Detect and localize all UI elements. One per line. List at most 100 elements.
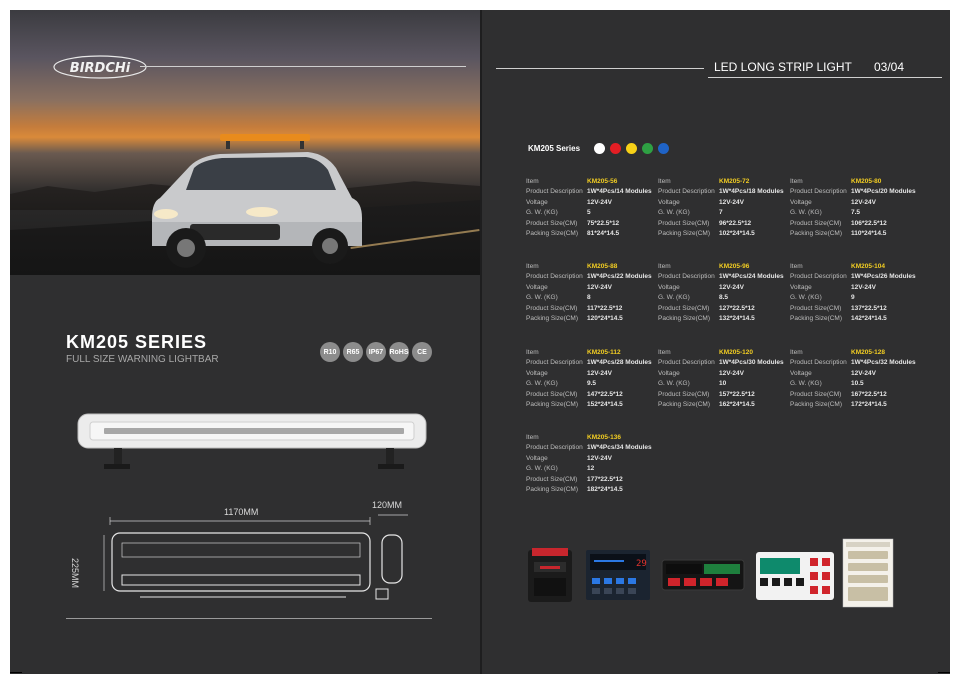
spec-value-voltage: 12V-24V (851, 369, 876, 377)
accessory-control-panel (661, 559, 745, 591)
spec-row-packing: Packing Size(CM) 120*24*14.5 (526, 314, 658, 324)
spec-value-voltage: 12V-24V (719, 369, 744, 377)
spec-label-item: Item (526, 434, 539, 441)
spec-label-packing: Packing Size(CM) (790, 401, 843, 409)
spec-label-weight: G. W. (KG) (526, 294, 558, 302)
spec-row-item: Item KM205-56 (526, 177, 658, 187)
spec-label-packing: Packing Size(CM) (526, 230, 579, 238)
spec-row-description: Product Description 1W*4Pcs/18 Modules (658, 187, 790, 197)
spec-block: Item KM205-80 Product Description 1W*4Pcs/2… (790, 177, 922, 239)
spec-label-packing: Packing Size(CM) (790, 230, 843, 238)
spec-label-voltage: Voltage (526, 283, 548, 291)
spec-row-weight: G. W. (KG) 7.5 (790, 208, 922, 218)
cert-badge-r65: R65 (343, 342, 363, 362)
spec-value-voltage: 12V-24V (719, 198, 744, 206)
spec-label-weight: G. W. (KG) (526, 209, 558, 217)
spec-label-weight: G. W. (KG) (526, 380, 558, 388)
spec-label-weight: G. W. (KG) (658, 380, 690, 388)
spec-label-description: Product Description (526, 188, 583, 196)
spec-label-description: Product Description (526, 444, 583, 452)
spec-value-weight: 12 (587, 465, 595, 473)
spec-label-packing: Packing Size(CM) (526, 401, 579, 409)
spec-row-size: Product Size(CM) 106*22.5*12 (790, 219, 922, 229)
cert-badge-ce: CE (412, 342, 432, 362)
spec-label-weight: G. W. (KG) (790, 209, 822, 217)
spec-label-size: Product Size(CM) (658, 304, 710, 312)
spec-label-weight: G. W. (KG) (790, 380, 822, 388)
spec-label-packing: Packing Size(CM) (658, 230, 711, 238)
color-option-yellow (626, 143, 637, 154)
accessory-switch-box (756, 552, 834, 600)
spec-row-item: Item KM205-80 (790, 177, 922, 187)
spec-row-item: Item KM205-136 (526, 433, 658, 443)
spec-label-description: Product Description (526, 273, 583, 281)
spec-value-item: KM205-88 (587, 263, 618, 270)
spec-label-size: Product Size(CM) (526, 390, 578, 398)
spec-row-description: Product Description 1W*4Pcs/22 Modules (526, 272, 658, 282)
color-option-green (642, 143, 653, 154)
spec-row-size: Product Size(CM) 127*22.5*12 (658, 304, 790, 314)
spec-row-size: Product Size(CM) 137*22.5*12 (790, 304, 922, 314)
spec-row-description: Product Description 1W*4Pcs/30 Modules (658, 358, 790, 368)
spec-row-weight: G. W. (KG) 10 (658, 379, 790, 389)
spec-label-description: Product Description (790, 273, 847, 281)
spec-value-size: 157*22.5*12 (719, 390, 755, 398)
page-spine (480, 10, 482, 674)
series-subtitle: FULL SIZE WARNING LIGHTBAR (66, 354, 219, 365)
spec-label-weight: G. W. (KG) (658, 209, 690, 217)
spec-row-weight: G. W. (KG) 10.5 (790, 379, 922, 389)
spec-label-packing: Packing Size(CM) (658, 315, 711, 323)
spec-row-voltage: Voltage 12V-24V (790, 283, 922, 293)
spec-label-item: Item (790, 178, 803, 185)
spec-row-description: Product Description 1W*4Pcs/26 Modules (790, 272, 922, 282)
accessory-lens-options-card (842, 538, 894, 608)
spec-row-description: Product Description 1W*4Pcs/24 Modules (658, 272, 790, 282)
spec-row-packing: Packing Size(CM) 102*24*14.5 (658, 229, 790, 239)
brand-logo: BIRDCHi (53, 55, 147, 79)
spec-label-packing: Packing Size(CM) (790, 315, 843, 323)
spec-row-size: Product Size(CM) 157*22.5*12 (658, 390, 790, 400)
spec-value-item: KM205-104 (851, 263, 885, 270)
dimension-height-label: 225MM (70, 558, 80, 589)
spec-value-size: 106*22.5*12 (851, 219, 887, 227)
spec-label-description: Product Description (658, 273, 715, 281)
accessory-siren-controller: 29 (586, 550, 650, 600)
spec-block: Item KM205-136 Product Description 1W*4Pcs/… (526, 433, 658, 495)
spec-block: Item KM205-112 Product Description 1W*4Pcs/… (526, 348, 658, 410)
spec-row-packing: Packing Size(CM) 81*24*14.5 (526, 229, 658, 239)
header-rule-left (140, 66, 466, 67)
spec-label-description: Product Description (790, 188, 847, 196)
spec-row-weight: G. W. (KG) 9.5 (526, 379, 658, 389)
brand-name: BIRDCHi (70, 61, 131, 76)
spec-value-packing: 110*24*14.5 (851, 230, 887, 238)
spec-value-item: KM205-120 (719, 349, 753, 356)
hero-photo-car-with-lightbar (10, 10, 480, 275)
spec-row-voltage: Voltage 12V-24V (526, 198, 658, 208)
spec-block: Item KM205-88 Product Description 1W*4Pcs/2… (526, 262, 658, 324)
spec-label-packing: Packing Size(CM) (526, 486, 579, 494)
spec-label-item: Item (790, 349, 803, 356)
spec-row-weight: G. W. (KG) 7 (658, 208, 790, 218)
color-option-white (594, 143, 605, 154)
spec-label-voltage: Voltage (526, 369, 548, 377)
spec-label-voltage: Voltage (658, 283, 680, 291)
spec-row-weight: G. W. (KG) 8 (526, 293, 658, 303)
spec-value-weight: 8.5 (719, 294, 729, 302)
car-illustration (152, 134, 362, 268)
spec-value-item: KM205-136 (587, 434, 621, 441)
spec-value-packing: 120*24*14.5 (587, 315, 623, 323)
spec-value-description: 1W*4Pcs/28 Modules (587, 359, 652, 367)
spec-value-size: 96*22.5*12 (719, 219, 752, 227)
spec-row-size: Product Size(CM) 167*22.5*12 (790, 390, 922, 400)
spec-value-item: KM205-96 (719, 263, 750, 270)
spec-label-packing: Packing Size(CM) (526, 315, 579, 323)
spec-row-packing: Packing Size(CM) 182*24*14.5 (526, 485, 658, 495)
spec-value-voltage: 12V-24V (587, 454, 612, 462)
spec-row-item: Item KM205-120 (658, 348, 790, 358)
spec-row-voltage: Voltage 12V-24V (658, 369, 790, 379)
spec-value-weight: 9 (851, 294, 855, 302)
spec-row-voltage: Voltage 12V-24V (526, 283, 658, 293)
spec-label-voltage: Voltage (658, 369, 680, 377)
spec-value-packing: 162*24*14.5 (719, 401, 755, 409)
spec-label-item: Item (526, 349, 539, 356)
